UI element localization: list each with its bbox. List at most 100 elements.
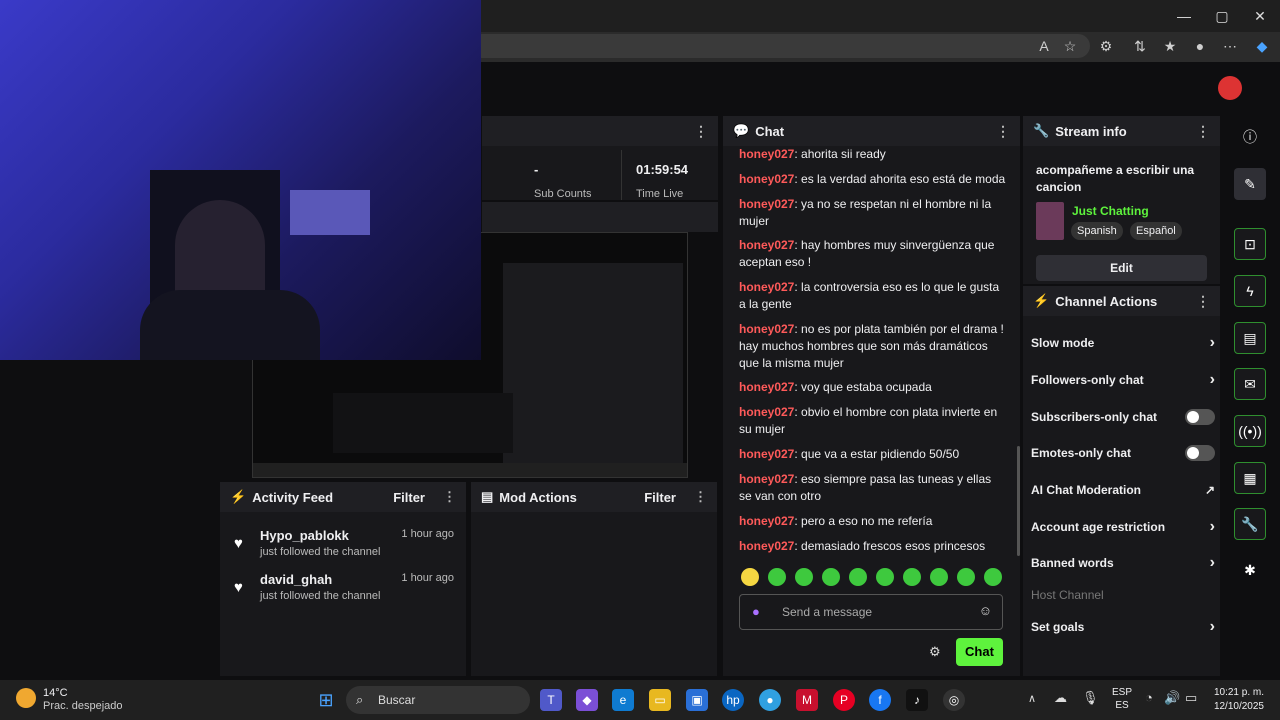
set-goals-row[interactable]: Set goals ›: [1031, 612, 1215, 642]
chat-username[interactable]: honey027: [739, 147, 794, 161]
list-item[interactable]: ♥ Hypo_pablokk just followed the channel…: [220, 528, 466, 568]
emote-icon[interactable]: [876, 568, 894, 586]
tag-badge[interactable]: Spanish: [1071, 222, 1123, 240]
battery-icon[interactable]: ▭: [1185, 690, 1197, 706]
close-button[interactable]: ✕: [1250, 6, 1270, 26]
banned-words-row[interactable]: Banned words ›: [1031, 548, 1215, 578]
read-aloud-icon[interactable]: A: [1034, 36, 1054, 56]
clock-time[interactable]: 10:21 p. m.: [1206, 687, 1264, 698]
channel-actions-menu-icon[interactable]: ⋮: [1196, 293, 1210, 310]
emote-icon[interactable]: [768, 568, 786, 586]
stats-menu-icon[interactable]: ⋮: [694, 123, 708, 140]
hp-icon[interactable]: hp: [722, 689, 744, 711]
emote-icon[interactable]: [984, 568, 1002, 586]
chevron-up-icon[interactable]: ∧: [1028, 692, 1036, 705]
tag-badge[interactable]: Español: [1130, 222, 1182, 240]
info-icon[interactable]: ⓘ: [1234, 124, 1266, 150]
more-menu-icon[interactable]: ⋯: [1220, 36, 1240, 56]
followers-only-row[interactable]: Followers-only chat ›: [1031, 365, 1215, 395]
chat-scrollbar[interactable]: [1017, 446, 1020, 556]
emotes-only-toggle[interactable]: [1185, 445, 1215, 461]
mod-menu-icon[interactable]: ⋮: [694, 489, 707, 505]
emote-icon[interactable]: [930, 568, 948, 586]
channel-actions-title: Channel Actions: [1055, 293, 1158, 309]
subscribers-only-toggle[interactable]: [1185, 409, 1215, 425]
address-bar[interactable]: [470, 34, 1090, 58]
language-region[interactable]: ES: [1112, 700, 1132, 711]
extensions-icon[interactable]: ⚙: [1096, 36, 1116, 56]
color-app-icon[interactable]: ●: [759, 689, 781, 711]
wrench-icon[interactable]: 🔧: [1234, 508, 1266, 540]
slow-mode-row[interactable]: Slow mode ›: [1031, 328, 1215, 358]
tiktok-icon[interactable]: ♪: [906, 689, 928, 711]
emoji-icon[interactable]: ☺: [979, 603, 992, 618]
mcafee-icon[interactable]: M: [796, 689, 818, 711]
stream-info-panel: 🔧 Stream info ⋮ acompañeme a escribir un…: [1023, 116, 1220, 284]
chat-username[interactable]: honey027: [739, 197, 794, 211]
activity-filter-button[interactable]: Filter: [393, 490, 425, 505]
maximize-button[interactable]: ▢: [1212, 6, 1232, 26]
mod-filter-button[interactable]: Filter: [644, 490, 676, 505]
notes-icon[interactable]: ▤: [1234, 322, 1266, 354]
emote-icon[interactable]: [795, 568, 813, 586]
store-icon[interactable]: ▣: [686, 689, 708, 711]
microphone-icon[interactable]: ●: [752, 604, 760, 619]
chat-username[interactable]: honey027: [739, 322, 794, 336]
chat-username[interactable]: honey027: [739, 172, 794, 186]
volume-icon[interactable]: 🔊: [1164, 690, 1180, 706]
chat-username[interactable]: honey027: [739, 472, 794, 486]
edge-icon[interactable]: e: [612, 689, 634, 711]
pencil-icon[interactable]: ✎: [1234, 168, 1266, 200]
list-item[interactable]: ♥ david_ghah just followed the channel 1…: [220, 572, 466, 612]
microphone-icon[interactable]: 🎙: [1082, 690, 1099, 706]
taskbar-search[interactable]: ⌕ Buscar: [346, 686, 530, 714]
stream-info-menu-icon[interactable]: ⋮: [1196, 123, 1210, 140]
sync-icon[interactable]: ⇅: [1130, 36, 1150, 56]
chat-username[interactable]: honey027: [739, 405, 794, 419]
chat-send-button[interactable]: Chat: [956, 638, 1003, 666]
chat-input[interactable]: ● Send a message ☺: [739, 594, 1003, 630]
edit-button[interactable]: Edit: [1036, 255, 1207, 281]
clock-date[interactable]: 12/10/2025: [1206, 701, 1264, 712]
emote-icon[interactable]: [957, 568, 975, 586]
category-link[interactable]: Just Chatting: [1072, 204, 1149, 218]
layout-icon[interactable]: ▦: [1234, 462, 1266, 494]
ai-moderation-row[interactable]: AI Chat Moderation ↗: [1031, 475, 1215, 505]
add-widget-icon[interactable]: ✱: [1238, 562, 1262, 582]
profile-icon[interactable]: ●: [1190, 36, 1210, 56]
chat-bubble-icon[interactable]: ✉: [1234, 368, 1266, 400]
settings-gear-icon[interactable]: ⚙: [929, 644, 941, 660]
start-icon[interactable]: ⊞: [315, 689, 337, 711]
lightning-icon[interactable]: ϟ: [1234, 275, 1266, 307]
copilot-app-icon[interactable]: ◆: [576, 689, 598, 711]
chat-username[interactable]: honey027: [739, 238, 794, 252]
pinterest-icon[interactable]: P: [833, 689, 855, 711]
minimize-button[interactable]: —: [1174, 6, 1194, 26]
language-code[interactable]: ESP: [1112, 687, 1132, 698]
teams-icon[interactable]: T: [540, 689, 562, 711]
chat-username[interactable]: honey027: [739, 447, 794, 461]
chat-username[interactable]: honey027: [739, 514, 794, 528]
broadcast-icon[interactable]: ((•)): [1234, 415, 1266, 447]
cloud-icon[interactable]: ☁: [1054, 690, 1067, 706]
activity-menu-icon[interactable]: ⋮: [443, 489, 456, 505]
emote-icon[interactable]: [849, 568, 867, 586]
favorite-star-icon[interactable]: ☆: [1060, 36, 1080, 56]
copilot-icon[interactable]: ◆: [1252, 36, 1272, 56]
wifi-icon[interactable]: ◔: [1145, 690, 1153, 705]
facebook-icon[interactable]: f: [869, 689, 891, 711]
emote-icon[interactable]: [903, 568, 921, 586]
emote-icon[interactable]: [822, 568, 840, 586]
account-age-row[interactable]: Account age restriction ›: [1031, 512, 1215, 542]
chat-menu-icon[interactable]: ⋮: [996, 123, 1010, 140]
emote-icon[interactable]: [741, 568, 759, 586]
user-avatar[interactable]: [1218, 76, 1242, 100]
chat-username[interactable]: honey027: [739, 280, 794, 294]
favorites-icon[interactable]: ★: [1160, 36, 1180, 56]
weather-icon[interactable]: [16, 688, 36, 708]
clip-icon[interactable]: ⊡: [1234, 228, 1266, 260]
chat-username[interactable]: honey027: [739, 380, 794, 394]
obs-icon[interactable]: ◎: [943, 689, 965, 711]
file-explorer-icon[interactable]: ▭: [649, 689, 671, 711]
chat-username[interactable]: honey027: [739, 539, 794, 553]
